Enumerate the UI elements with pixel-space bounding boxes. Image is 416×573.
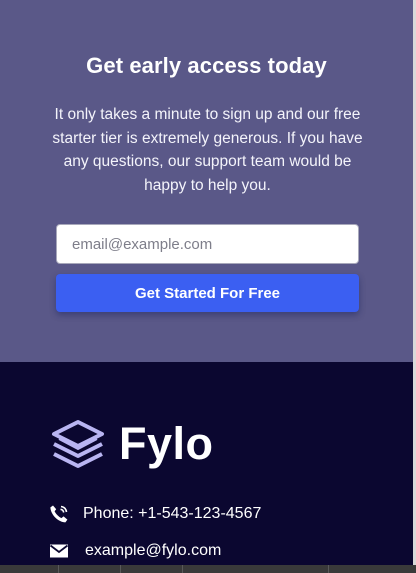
- stacked-layers-icon: [52, 420, 104, 468]
- footer: Fylo Phone: +1-543-123-4567 example@fylo…: [0, 362, 413, 573]
- bottom-strip: [0, 565, 416, 573]
- page: Get early access today It only takes a m…: [0, 0, 416, 573]
- early-access-section: Get early access today It only takes a m…: [0, 0, 413, 362]
- get-started-button[interactable]: Get Started For Free: [56, 274, 359, 312]
- email-link[interactable]: example@fylo.com: [85, 542, 221, 560]
- email-input[interactable]: [56, 224, 359, 264]
- strip-divider: [182, 565, 183, 573]
- phone-contact: Phone: +1-543-123-4567: [49, 504, 261, 524]
- fylo-logo[interactable]: Fylo: [49, 419, 214, 469]
- email-contact: example@fylo.com: [49, 541, 221, 561]
- strip-divider: [58, 565, 59, 573]
- section-title: Get early access today: [86, 53, 327, 78]
- logo-text: Fylo: [119, 418, 214, 469]
- phone-icon: [50, 505, 68, 523]
- section-description: It only takes a minute to sign up and ou…: [52, 106, 363, 194]
- phone-text: Phone: +1-543-123-4567: [83, 505, 262, 522]
- strip-divider: [120, 565, 121, 573]
- envelope-icon: [49, 544, 69, 558]
- strip-divider: [328, 565, 329, 573]
